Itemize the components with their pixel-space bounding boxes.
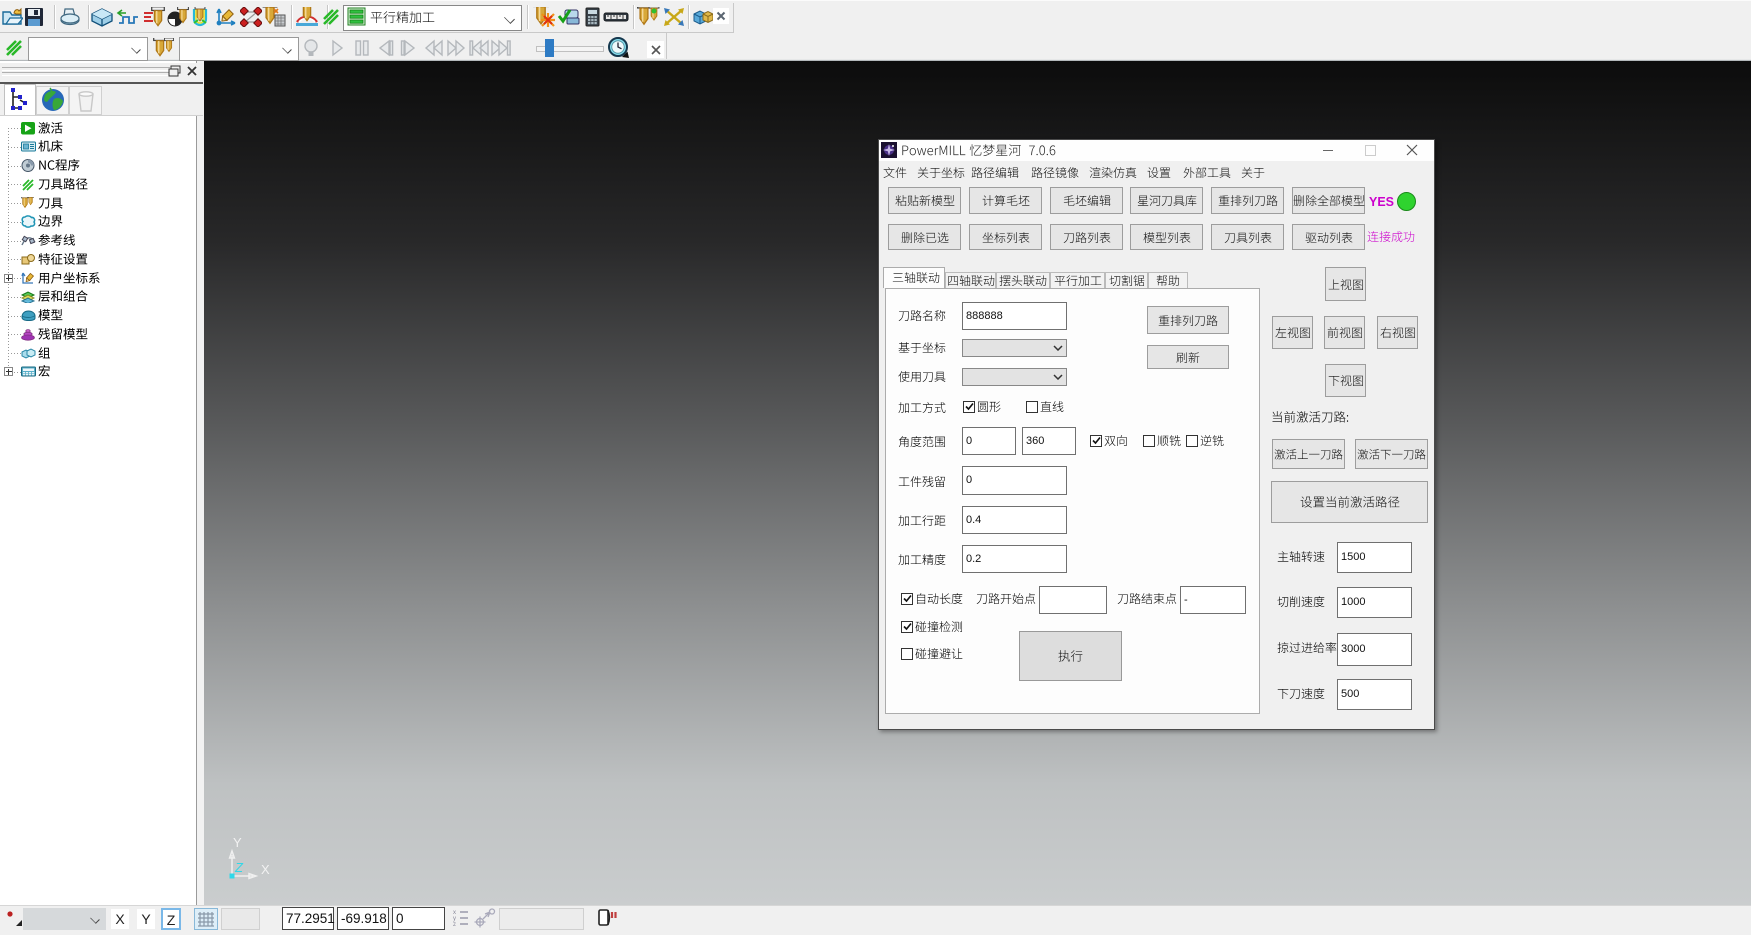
svg-text:z: z bbox=[453, 922, 456, 927]
svg-text:Y: Y bbox=[233, 835, 242, 850]
svg-text:Z: Z bbox=[234, 860, 244, 875]
svg-text:X: X bbox=[261, 862, 270, 877]
